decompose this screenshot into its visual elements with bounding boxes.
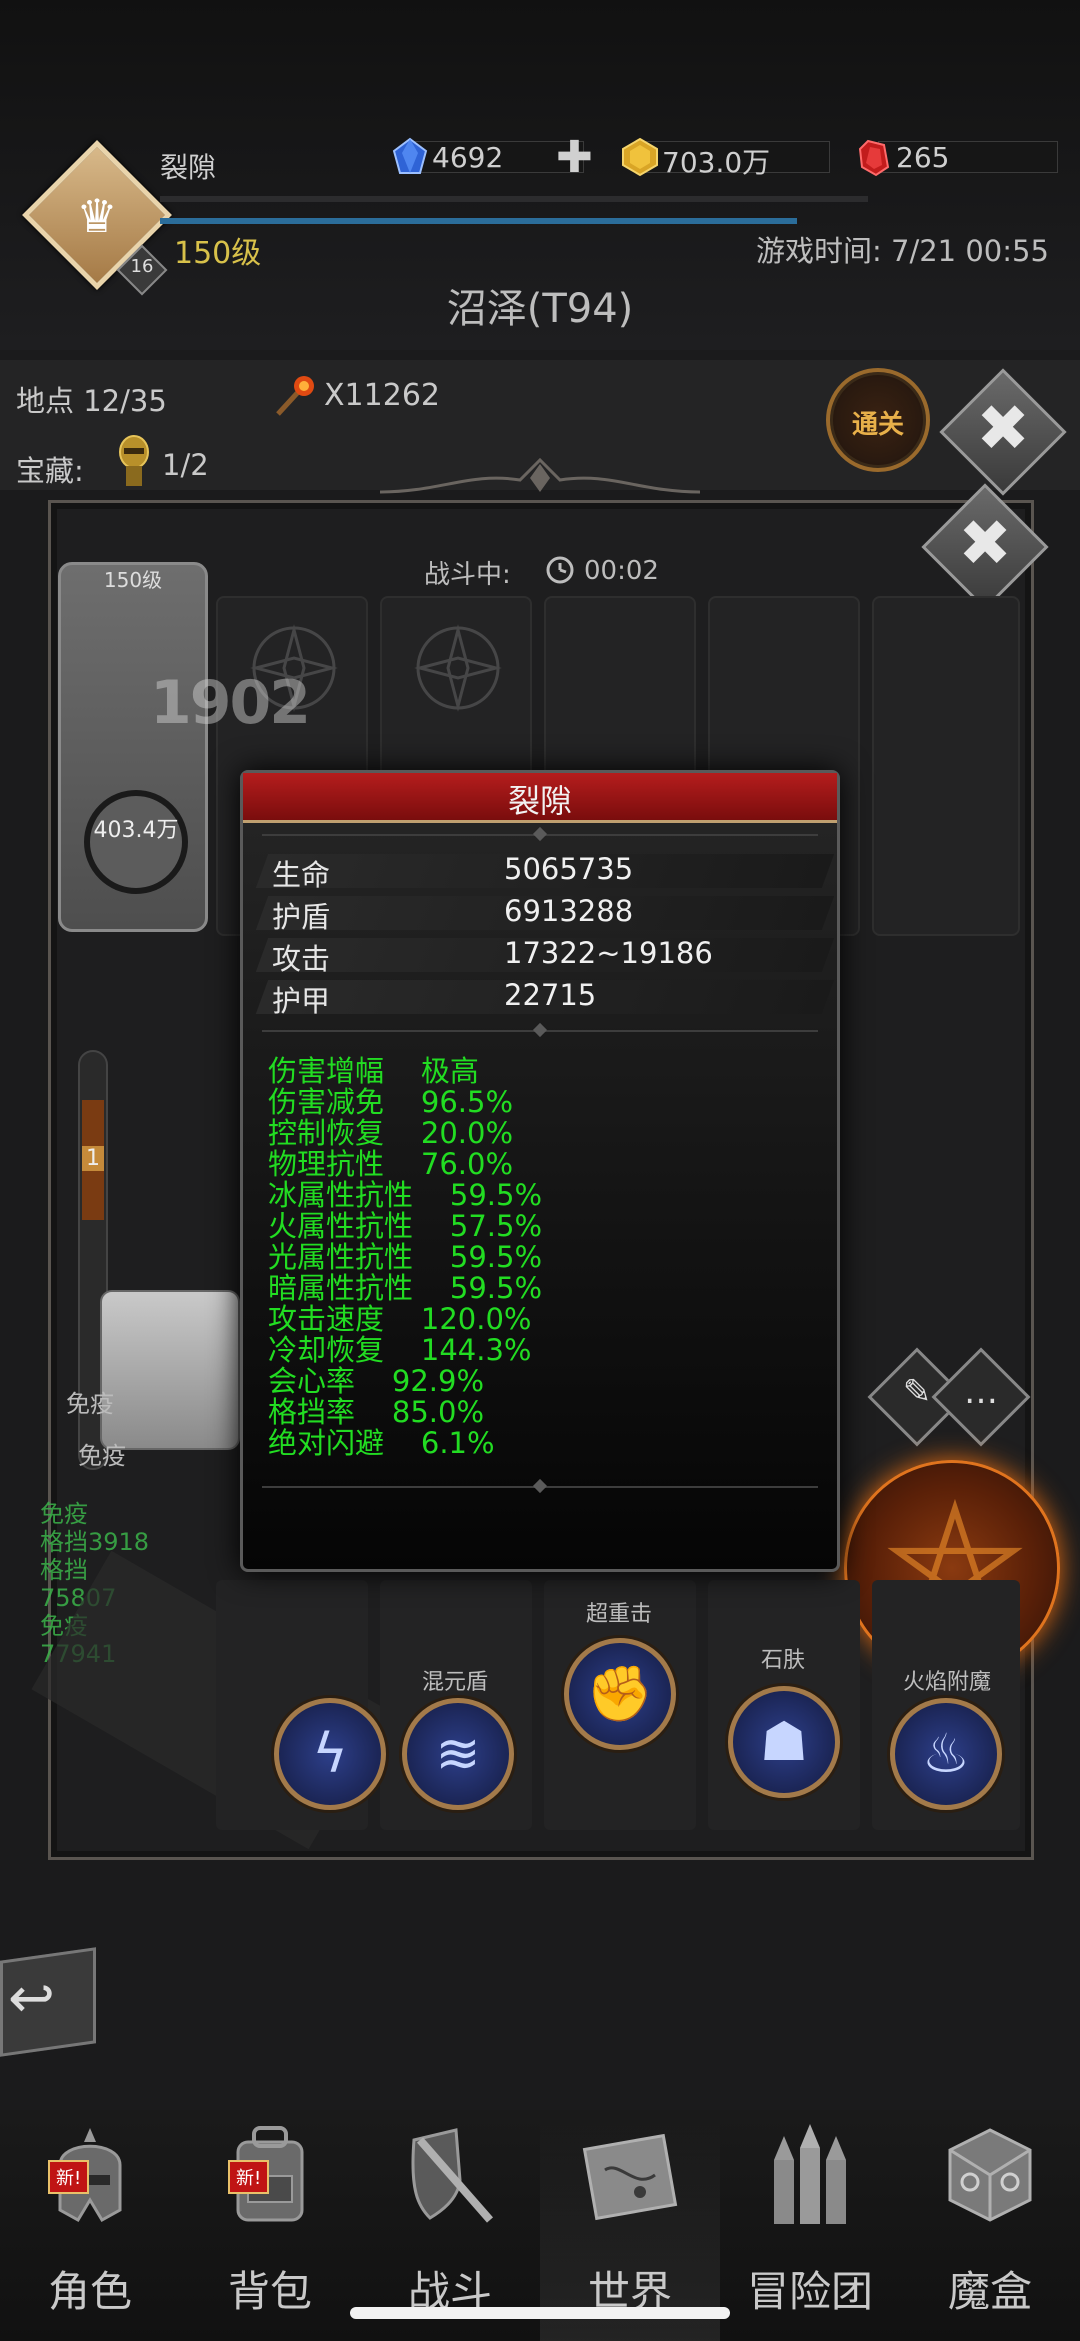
magic-cube-icon: [948, 2128, 1032, 2222]
nav-adventure-team[interactable]: 冒险团: [720, 2110, 900, 2341]
castle-icon: [774, 2124, 846, 2224]
crown-icon: ♛: [76, 189, 118, 243]
attr-cc-recovery: 控制恢复 20.0%: [268, 1116, 513, 1150]
return-arrow-icon: ↩: [8, 1966, 55, 2031]
level-badge: 16: [130, 256, 154, 277]
nav-character[interactable]: 新! 角色: [0, 2110, 180, 2341]
hero-hp: 403.4万: [93, 818, 179, 843]
close-icon: ✖: [958, 507, 1012, 581]
nav-label: 角色: [47, 2267, 132, 2316]
xp-bar-track: [160, 196, 868, 202]
new-badge: 新!: [228, 2160, 270, 2194]
location-progress: 地点 12/35: [16, 384, 167, 418]
attr-damage-reduction: 伤害减免 96.5%: [268, 1085, 513, 1119]
flame-icon: ♨: [921, 1722, 971, 1785]
stat-name-armor: 护甲: [272, 984, 331, 1018]
torch-count: X11262: [324, 378, 440, 413]
stone-body-icon: ☗: [759, 1710, 809, 1773]
popup-title: 裂隙: [507, 782, 572, 820]
stat-name-shield: 护盾: [272, 900, 331, 934]
blue-gem-icon: [392, 137, 428, 174]
float-line: 格挡3918: [40, 1528, 150, 1556]
immune-text: 免疫: [66, 1390, 114, 1418]
stat-value-shield: 6913288: [504, 894, 634, 928]
map-scroll-icon: [582, 2133, 678, 2221]
attr-block-rate: 格挡率 85.0%: [268, 1395, 484, 1429]
fist-icon: ✊: [586, 1662, 654, 1725]
chat-icon: …: [964, 1372, 998, 1412]
treasure-label: 宝藏:: [16, 454, 84, 488]
red-gem-counter: 265: [854, 137, 1058, 177]
hero-card-level: 150级: [103, 568, 163, 592]
attr-physical-res: 物理抗性 76.0%: [268, 1147, 513, 1181]
skill-label: 超重击: [585, 1602, 652, 1627]
red-gem-icon: [858, 139, 890, 177]
nav-label: 魔盒: [947, 2267, 1032, 2316]
new-badge: 新!: [48, 2160, 90, 2194]
attr-evasion: 绝对闪避 6.1%: [268, 1426, 495, 1460]
player-name: 裂隙: [160, 151, 217, 184]
close-icon: ✖: [976, 392, 1030, 466]
nav-label: 冒险团: [746, 2267, 873, 2316]
battle-status: 战斗中:: [424, 560, 511, 590]
attr-dark-res: 暗属性抗性 59.5%: [268, 1271, 542, 1305]
clock-icon: [546, 556, 574, 584]
attr-damage-boost: 伤害增幅 极高: [268, 1054, 479, 1088]
add-currency-button[interactable]: ✚: [556, 132, 593, 183]
attr-fire-res: 火属性抗性 57.5%: [268, 1209, 542, 1243]
skill-label: 混元盾: [421, 1670, 488, 1695]
stat-value-hp: 5065735: [504, 852, 634, 886]
stat-value-attack: 17322~19186: [504, 936, 713, 970]
zone-title: 沼泽(T94): [446, 286, 634, 332]
float-line: 免疫: [40, 1500, 88, 1528]
stat-name-attack: 攻击: [272, 942, 331, 976]
attr-cooldown: 冷却恢复 144.3%: [268, 1333, 532, 1367]
immune-text: 免疫: [78, 1442, 126, 1470]
gold-icon: [622, 137, 658, 177]
home-indicator[interactable]: [350, 2307, 730, 2319]
nav-magic-box[interactable]: 魔盒: [900, 2110, 1080, 2341]
nav-backpack[interactable]: 新! 背包: [180, 2110, 360, 2341]
floating-damage: 1902: [150, 668, 311, 738]
shield-wave-icon: ≋: [435, 1722, 481, 1785]
rage-gauge-value: 1: [82, 1146, 104, 1171]
skill-label: 石肤: [760, 1648, 805, 1673]
nav-label: 背包: [227, 2267, 312, 2316]
hero-portrait[interactable]: [100, 1290, 240, 1450]
battle-timer: 00:02: [584, 556, 659, 586]
enemy-slot[interactable]: [872, 596, 1020, 936]
game-time: 游戏时间: 7/21 00:55: [756, 234, 1049, 268]
player-level: 150级: [174, 236, 262, 271]
attr-ice-res: 冰属性抗性 59.5%: [268, 1178, 542, 1212]
torch-icon: [276, 376, 314, 416]
stat-value-armor: 22715: [504, 978, 597, 1012]
treasure-icon: [119, 435, 149, 486]
gold-counter: 703.0万: [620, 137, 830, 179]
ornament-icon: [380, 457, 700, 494]
sword-shield-icon: [411, 2128, 494, 2223]
lightning-icon: ϟ: [312, 1722, 348, 1785]
skill-label: 火焰附魔: [902, 1670, 991, 1695]
treasure-count: 1/2: [162, 448, 209, 482]
attr-light-res: 光属性抗性 59.5%: [268, 1240, 542, 1274]
stat-name-hp: 生命: [272, 858, 331, 892]
clear-stage-label: 通关: [851, 410, 904, 440]
attr-crit-rate: 会心率 92.9%: [268, 1364, 484, 1398]
rune-icon: [414, 624, 502, 712]
attr-attack-speed: 攻击速度 120.0%: [268, 1302, 532, 1336]
xp-bar-fill: [160, 218, 798, 224]
